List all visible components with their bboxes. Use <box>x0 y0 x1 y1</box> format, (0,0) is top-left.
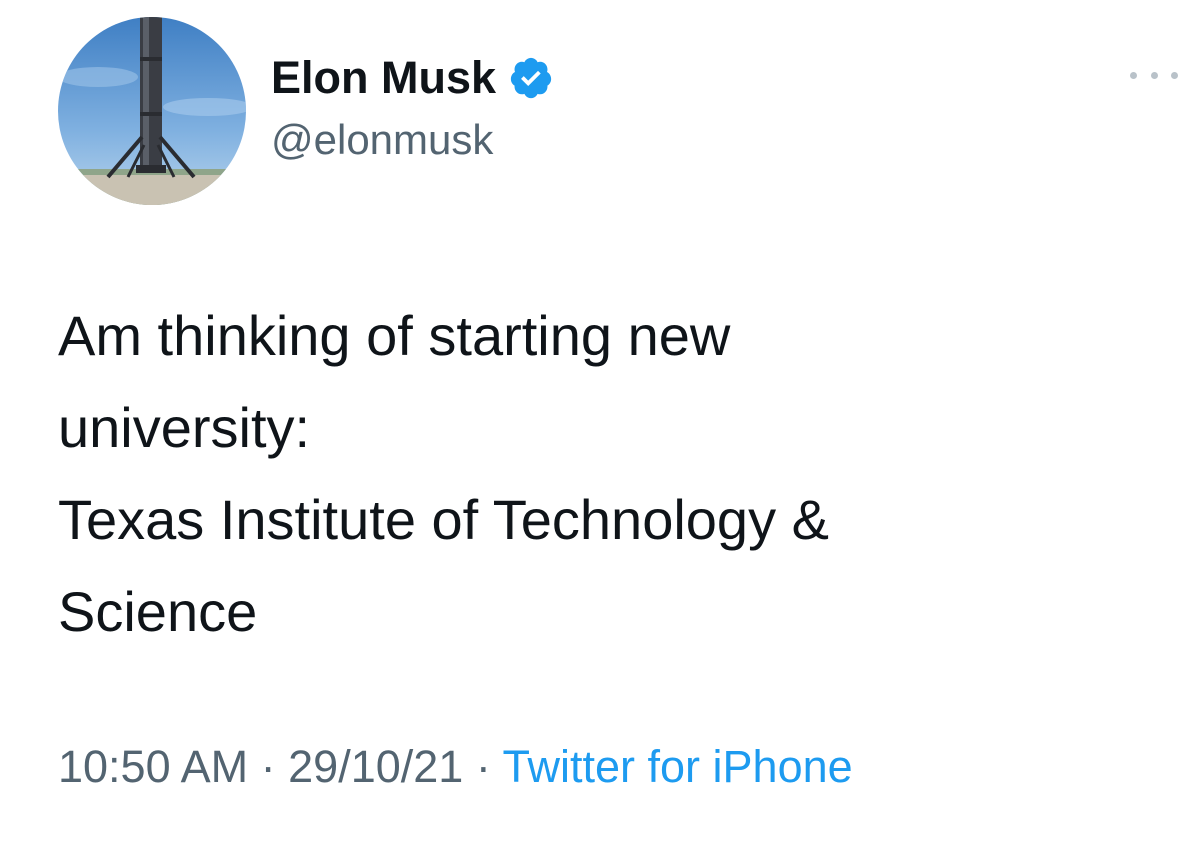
tweet-text-line: Texas Institute of Technology & <box>58 488 829 551</box>
tweet-text-line: university: <box>58 396 311 459</box>
meta-separator: · <box>463 741 503 792</box>
tweet-text: Am thinking of starting new university: … <box>58 290 1168 658</box>
tweet-text-line: Am thinking of starting new <box>58 304 731 367</box>
meta-separator: · <box>248 741 289 792</box>
tweet-card: Elon Musk @elonmusk Am thinking of start… <box>0 0 1200 842</box>
rocket-avatar-icon <box>58 17 246 205</box>
more-dot <box>1130 71 1137 79</box>
tweet-text-line: Science <box>58 580 258 643</box>
more-dot <box>1150 71 1158 79</box>
more-options-icon[interactable] <box>1130 62 1178 88</box>
avatar[interactable] <box>58 17 246 205</box>
tweet-source-link[interactable]: Twitter for iPhone <box>503 741 853 792</box>
tweet-meta: 10:50 AM · 29/10/21 · Twitter for iPhone <box>58 741 853 793</box>
tweet-time[interactable]: 10:50 AM <box>58 741 248 792</box>
author-handle[interactable]: @elonmusk <box>271 116 493 164</box>
more-dot <box>1171 71 1178 79</box>
verified-badge-icon <box>508 55 554 101</box>
tweet-date[interactable]: 29/10/21 <box>288 741 463 792</box>
author-name-row[interactable]: Elon Musk <box>271 50 554 106</box>
author-display-name[interactable]: Elon Musk <box>271 52 496 104</box>
